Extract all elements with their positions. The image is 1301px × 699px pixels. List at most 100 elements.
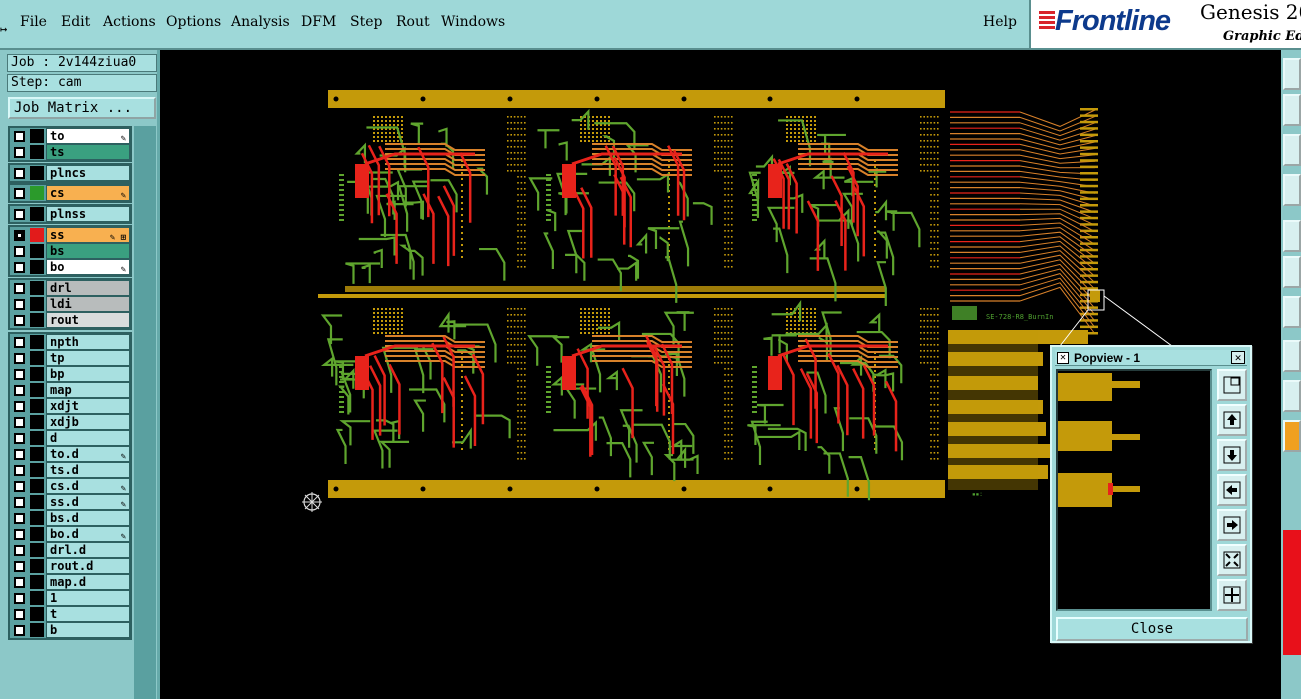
layer-color-swatch[interactable] <box>30 281 44 295</box>
layer-row-ts[interactable]: ts <box>10 144 130 160</box>
layer-name[interactable]: b <box>46 622 130 638</box>
layer-row-rout-d[interactable]: rout.d <box>10 558 130 574</box>
layer-checkbox[interactable] <box>14 131 25 142</box>
pan-up-tool-button[interactable] <box>1217 404 1247 436</box>
layer-color-swatch[interactable] <box>30 463 44 477</box>
layer-checkbox[interactable] <box>14 168 25 179</box>
layer-checkbox[interactable] <box>14 481 25 492</box>
layer-color-swatch[interactable] <box>30 543 44 557</box>
pan-left-tool-button[interactable] <box>1217 474 1247 506</box>
layer-row-ss-d[interactable]: ss.d ✎ <box>10 494 130 510</box>
layer-row-npth[interactable]: npth <box>10 334 130 350</box>
layer-name[interactable]: drl <box>46 280 130 296</box>
layer-name[interactable]: rout <box>46 312 130 328</box>
layer-color-swatch[interactable] <box>30 145 44 159</box>
layer-checkbox[interactable] <box>14 593 25 604</box>
layer-name[interactable]: 1 <box>46 590 130 606</box>
layer-color-swatch[interactable] <box>30 297 44 311</box>
layer-checkbox[interactable] <box>14 337 25 348</box>
layer-name[interactable]: to.d ✎ <box>46 446 130 462</box>
layer-name[interactable]: rout.d <box>46 558 130 574</box>
layer-name[interactable]: bs <box>46 243 130 259</box>
layer-row-map[interactable]: map <box>10 382 130 398</box>
tool-select-button[interactable] <box>1283 58 1301 90</box>
layer-name[interactable]: ss ✎ ⊞ <box>46 227 130 243</box>
layer-checkbox[interactable] <box>14 465 25 476</box>
layer-color-swatch[interactable] <box>30 228 44 242</box>
layer-color-swatch[interactable] <box>30 383 44 397</box>
layer-color-swatch[interactable] <box>30 260 44 274</box>
layer-name[interactable]: plnss <box>46 206 130 222</box>
layer-checkbox[interactable] <box>14 449 25 460</box>
layer-row-b[interactable]: b <box>10 622 130 638</box>
menu-help[interactable]: Help <box>983 14 1017 30</box>
layer-row-d[interactable]: d <box>10 430 130 446</box>
layer-checkbox[interactable] <box>14 230 25 241</box>
layer-checkbox[interactable] <box>14 209 25 220</box>
layer-name[interactable]: xdjt <box>46 398 130 414</box>
layer-row-rout[interactable]: rout <box>10 312 130 328</box>
layer-name[interactable]: ts <box>46 144 130 160</box>
layer-row-tp[interactable]: tp <box>10 350 130 366</box>
layer-name[interactable]: ts.d <box>46 462 130 478</box>
layer-color-swatch[interactable] <box>30 367 44 381</box>
layer-name[interactable]: bs.d <box>46 510 130 526</box>
pan-right-tool-button[interactable] <box>1217 509 1247 541</box>
layer-name[interactable]: cs.d ✎ <box>46 478 130 494</box>
layer-checkbox[interactable] <box>14 283 25 294</box>
layer-name[interactable]: drl.d <box>46 542 130 558</box>
menu-actions[interactable]: Actions <box>103 14 156 30</box>
layer-name[interactable]: map <box>46 382 130 398</box>
layer-row-bs-d[interactable]: bs.d <box>10 510 130 526</box>
layer-color-swatch[interactable] <box>30 559 44 573</box>
zoom-in-tool-button[interactable] <box>1217 369 1247 401</box>
layer-color-swatch[interactable] <box>30 495 44 509</box>
layer-checkbox[interactable] <box>14 353 25 364</box>
layer-row-to[interactable]: to ✎ <box>10 128 130 144</box>
layer-row-to-d[interactable]: to.d ✎ <box>10 446 130 462</box>
tool-snap-button[interactable] <box>1283 220 1301 252</box>
layer-color-swatch[interactable] <box>30 335 44 349</box>
layer-checkbox[interactable] <box>14 529 25 540</box>
layer-name[interactable]: cs ✎ <box>46 185 130 201</box>
layer-color-swatch[interactable] <box>30 447 44 461</box>
layer-checkbox[interactable] <box>14 315 25 326</box>
layer-color-swatch[interactable] <box>30 399 44 413</box>
layer-row-xdjb[interactable]: xdjb <box>10 414 130 430</box>
layer-name[interactable]: map.d <box>46 574 130 590</box>
window-menu-icon[interactable]: ✕ <box>1057 352 1069 364</box>
layer-color-swatch[interactable] <box>30 431 44 445</box>
layer-checkbox[interactable] <box>14 246 25 257</box>
layer-checkbox[interactable] <box>14 577 25 588</box>
tool-angle-button[interactable] <box>1283 380 1301 412</box>
layer-name[interactable]: xdjb <box>46 414 130 430</box>
layer-checkbox[interactable] <box>14 369 25 380</box>
tool-measure-button[interactable] <box>1283 174 1301 206</box>
layer-checkbox[interactable] <box>14 545 25 556</box>
layer-row-plnss[interactable]: plnss <box>10 206 130 222</box>
layer-color-swatch[interactable] <box>30 166 44 180</box>
layer-name[interactable]: plncs <box>46 165 130 181</box>
layer-color-swatch[interactable] <box>30 415 44 429</box>
layer-name[interactable]: bp <box>46 366 130 382</box>
layer-color-swatch[interactable] <box>30 623 44 637</box>
menu-step[interactable]: Step <box>350 14 382 30</box>
layer-row-cs-d[interactable]: cs.d ✎ <box>10 478 130 494</box>
pan-down-tool-button[interactable] <box>1217 439 1247 471</box>
popview-viewport[interactable] <box>1056 369 1212 611</box>
tool-pan-button[interactable] <box>1283 134 1301 166</box>
layer-checkbox[interactable] <box>14 513 25 524</box>
layer-name[interactable]: ldi <box>46 296 130 312</box>
layer-color-swatch[interactable] <box>30 244 44 258</box>
layer-row-ss[interactable]: ss ✎ ⊞ <box>10 227 130 243</box>
layer-checkbox[interactable] <box>14 609 25 620</box>
layer-checkbox[interactable] <box>14 188 25 199</box>
layer-row-bo-d[interactable]: bo.d ✎ <box>10 526 130 542</box>
layer-name[interactable]: npth <box>46 334 130 350</box>
menu-analysis[interactable]: Analysis <box>231 14 290 30</box>
zoom-out-tool-button[interactable] <box>1217 579 1247 611</box>
layer-row-1[interactable]: 1 <box>10 590 130 606</box>
layer-row-plncs[interactable]: plncs <box>10 165 130 181</box>
layer-color-swatch[interactable] <box>30 511 44 525</box>
popview-titlebar[interactable]: ✕ Popview - 1 ✕ <box>1055 350 1247 366</box>
